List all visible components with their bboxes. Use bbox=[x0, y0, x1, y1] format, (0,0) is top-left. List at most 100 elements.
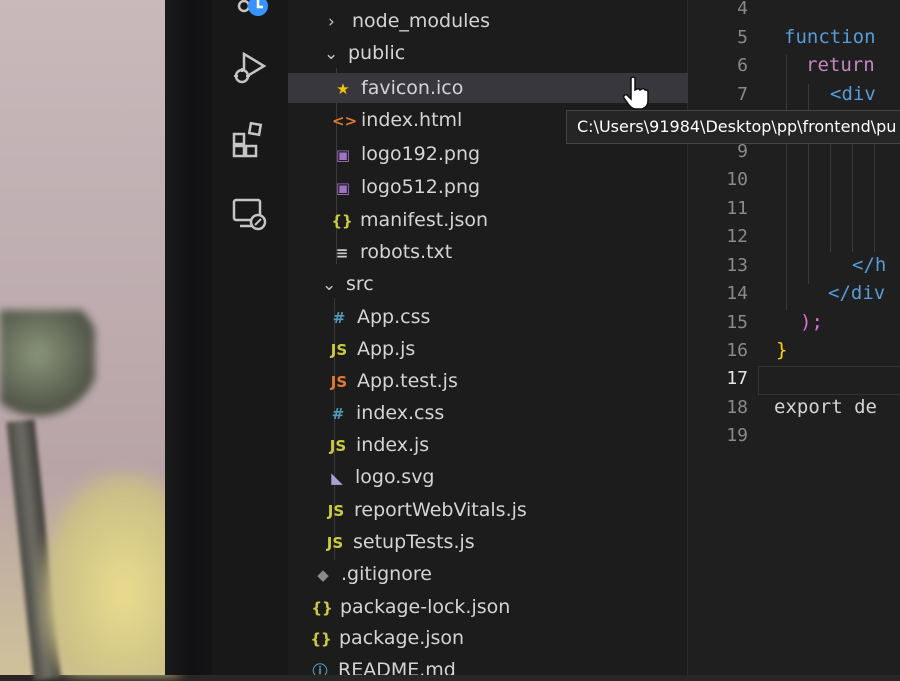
tree-item-label: App.js bbox=[357, 338, 416, 360]
tree-folder-node-modules[interactable]: › node_modules bbox=[328, 6, 490, 36]
json-icon: {} bbox=[311, 599, 333, 617]
line-number: 7 bbox=[737, 84, 748, 105]
tree-item-label: index.css bbox=[356, 402, 445, 424]
tree-file-app-css[interactable]: # App.css bbox=[328, 302, 431, 332]
extensions-icon[interactable] bbox=[230, 120, 270, 160]
html-icon: <> bbox=[332, 112, 358, 130]
star-icon: ★ bbox=[336, 80, 350, 98]
tree-file-app-test-js[interactable]: JS App.test.js bbox=[328, 366, 458, 396]
explorer-panel: › node_modules ⌄ public ★ favicon.ico <> ind… bbox=[288, 0, 700, 675]
code-line-13: </h bbox=[852, 254, 887, 276]
tree-file-manifest[interactable]: {} manifest.json bbox=[331, 205, 488, 235]
tree-file-logo192[interactable]: ▣ logo192.png bbox=[332, 139, 480, 169]
svg-icon: ◣ bbox=[331, 469, 343, 487]
activity-bar bbox=[212, 0, 289, 675]
line-number: 19 bbox=[726, 425, 748, 446]
tree-file-logo512[interactable]: ▣ logo512.png bbox=[332, 172, 480, 202]
tree-item-label: README.md bbox=[338, 659, 456, 675]
tree-item-label: index.html bbox=[361, 109, 463, 131]
tree-item-label: node_modules bbox=[352, 10, 491, 32]
source-control-icon[interactable] bbox=[230, 0, 270, 26]
line-number: 5 bbox=[737, 27, 748, 48]
line-number: 4 bbox=[737, 0, 748, 19]
tree-item-label: App.test.js bbox=[357, 370, 458, 392]
tree-file-app-js[interactable]: JS App.js bbox=[328, 334, 416, 364]
monitor-bezel bbox=[165, 0, 215, 675]
tree-item-label: App.css bbox=[357, 306, 431, 328]
tree-file-report-web-vitals[interactable]: JS reportWebVitals.js bbox=[325, 495, 527, 525]
js-icon: JS bbox=[327, 502, 345, 520]
tree-item-label: manifest.json bbox=[360, 209, 489, 231]
tree-file-logo-svg[interactable]: ◣ logo.svg bbox=[326, 462, 435, 492]
line-number: 16 bbox=[726, 340, 748, 361]
line-number: 18 bbox=[726, 397, 748, 418]
tree-item-label: logo512.png bbox=[361, 176, 481, 198]
tree-item-label: package.json bbox=[339, 627, 465, 649]
git-icon: ◆ bbox=[317, 566, 329, 584]
vscode-window: › node_modules ⌄ public ★ favicon.ico <> ind… bbox=[212, 0, 900, 675]
line-number: 13 bbox=[726, 255, 748, 276]
background-object bbox=[0, 310, 95, 420]
css-icon: # bbox=[332, 309, 346, 327]
tree-file-index-html[interactable]: <> index.html bbox=[332, 105, 462, 135]
tree-file-package-json[interactable]: {} package.json bbox=[310, 623, 464, 653]
tree-item-label: public bbox=[348, 42, 406, 64]
tree-folder-src[interactable]: ⌄ src bbox=[322, 269, 374, 299]
code-line-15: ); bbox=[800, 311, 823, 333]
tree-item-label: package-lock.json bbox=[340, 596, 511, 618]
js-icon: JS bbox=[329, 437, 347, 455]
chevron-down-icon: ⌄ bbox=[324, 44, 339, 64]
tree-file-setup-tests[interactable]: JS setupTests.js bbox=[324, 527, 475, 557]
code-line-18: export de bbox=[774, 396, 877, 418]
line-number: 12 bbox=[726, 226, 748, 247]
line-number: 15 bbox=[726, 312, 748, 333]
js-icon: JS bbox=[326, 534, 344, 552]
code-line-5: function bbox=[784, 26, 876, 48]
line-number: 10 bbox=[726, 169, 748, 190]
line-number: 14 bbox=[726, 283, 748, 304]
tree-item-label: .gitignore bbox=[341, 563, 432, 585]
tree-item-label: logo.svg bbox=[355, 466, 435, 488]
code-line-7: <div bbox=[830, 83, 876, 105]
info-icon: ⓘ bbox=[312, 662, 328, 675]
image-icon: ▣ bbox=[335, 146, 351, 164]
json-icon: {} bbox=[331, 212, 353, 230]
code-line-16: } bbox=[776, 339, 788, 361]
line-number: 11 bbox=[726, 198, 748, 219]
tree-file-robots[interactable]: ≡ robots.txt bbox=[331, 237, 453, 267]
current-line-highlight bbox=[758, 366, 900, 395]
tree-file-package-lock[interactable]: {} package-lock.json bbox=[311, 592, 510, 622]
file-path-tooltip: C:\Users\91984\Desktop\pp\frontend\pu bbox=[566, 110, 900, 144]
css-icon: # bbox=[331, 405, 345, 423]
line-number: 6 bbox=[737, 55, 748, 76]
tree-item-label: setupTests.js bbox=[353, 531, 475, 553]
code-editor[interactable]: 4 5 6 7 8 9 10 11 12 13 14 15 16 17 18 1… bbox=[688, 0, 900, 675]
chevron-right-icon: › bbox=[328, 12, 335, 32]
mouse-hand-cursor-icon bbox=[623, 76, 649, 110]
line-number-active: 17 bbox=[726, 368, 748, 389]
json-icon: {} bbox=[310, 630, 332, 648]
tree-file-gitignore[interactable]: ◆ .gitignore bbox=[312, 559, 432, 589]
code-line-14: </div bbox=[828, 282, 886, 304]
tree-item-label: index.js bbox=[356, 434, 430, 456]
line-number: 9 bbox=[737, 141, 748, 162]
tree-folder-public[interactable]: ⌄ public bbox=[324, 38, 405, 68]
text-file-icon: ≡ bbox=[335, 244, 349, 262]
tree-file-readme[interactable]: ⓘ README.md bbox=[309, 655, 456, 675]
tree-item-label: reportWebVitals.js bbox=[354, 499, 527, 521]
tree-item-label: favicon.ico bbox=[361, 77, 464, 99]
tree-file-index-js[interactable]: JS index.js bbox=[327, 430, 429, 460]
tree-file-index-css[interactable]: # index.css bbox=[327, 398, 445, 428]
js-icon: JS bbox=[330, 341, 348, 359]
tree-item-label: src bbox=[346, 273, 374, 295]
tree-item-label: logo192.png bbox=[361, 143, 481, 165]
run-debug-icon[interactable] bbox=[230, 48, 270, 88]
background-light bbox=[40, 470, 180, 675]
js-icon: JS bbox=[330, 373, 348, 391]
image-icon: ▣ bbox=[335, 179, 351, 197]
chevron-down-icon: ⌄ bbox=[322, 275, 337, 295]
tree-item-label: robots.txt bbox=[360, 241, 453, 263]
remote-explorer-icon[interactable] bbox=[230, 194, 270, 234]
code-line-6: return bbox=[806, 54, 875, 76]
indent-guide bbox=[786, 55, 787, 310]
